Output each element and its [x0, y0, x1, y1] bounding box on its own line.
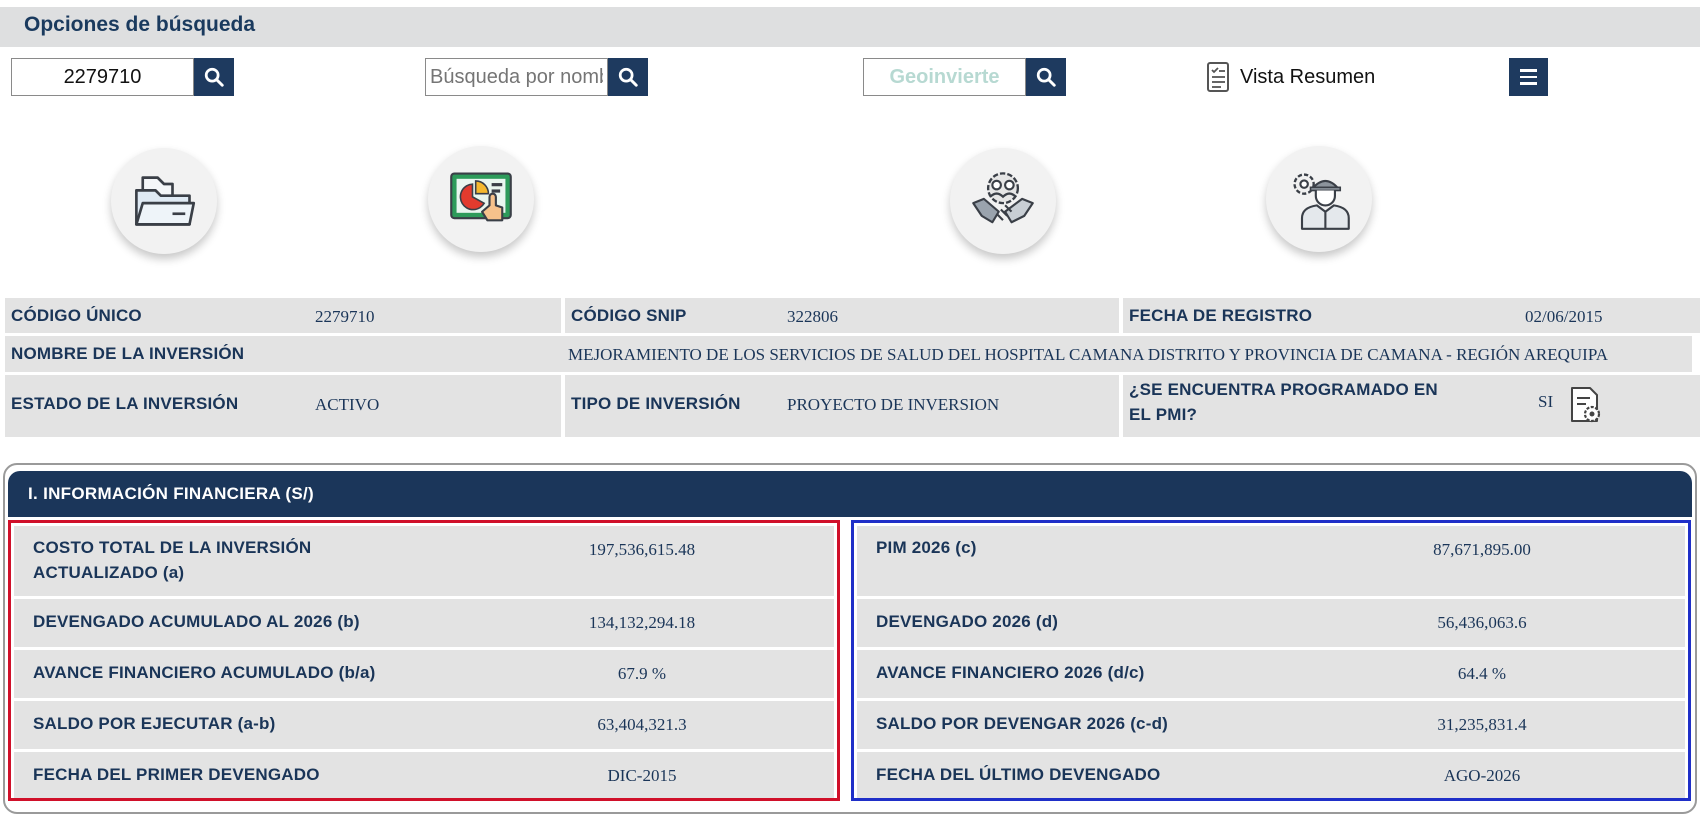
financial-value: 31,235,831.4 [1437, 715, 1527, 734]
geoinvierte-group: Geoinvierte [863, 58, 1066, 96]
nombre-inversion-value: MEJORAMIENTO DE LOS SERVICIOS DE SALUD D… [568, 345, 1608, 364]
name-search-button[interactable] [608, 58, 648, 96]
nombre-inversion-cell: NOMBRE DE LA INVERSIÓN MEJORAMIENTO DE L… [5, 336, 1692, 372]
financial-value: 63,404,321.3 [597, 715, 687, 734]
search-options-bar: Opciones de búsqueda [0, 7, 1700, 47]
financial-value: 56,436,063.6 [1437, 613, 1527, 632]
geoinvierte-logo[interactable]: Geoinvierte [863, 58, 1026, 96]
folder-icon-button[interactable] [111, 148, 217, 254]
pmi-cell: ¿SE ENCUENTRA PROGRAMADO EN EL PMI? SI [1123, 375, 1700, 437]
info-row-2: NOMBRE DE LA INVERSIÓN MEJORAMIENTO DE L… [5, 336, 1692, 372]
pmi-value: SI [1538, 392, 1554, 411]
tipo-inversion-value: PROYECTO DE INVERSION [787, 395, 1000, 414]
chart-presentation-icon-button[interactable] [428, 146, 534, 252]
financial-row: PIM 2026 (c) 87,671,895.00 [857, 526, 1685, 596]
financial-value: 197,536,615.48 [588, 540, 696, 559]
geoinvierte-search-button[interactable] [1026, 58, 1066, 96]
estado-inversion-cell: ESTADO DE LA INVERSIÓN ACTIVO [5, 375, 561, 437]
financial-label: SALDO POR DEVENGAR 2026 (c-d) [876, 714, 1169, 733]
financial-value: DIC-2015 [607, 766, 677, 785]
financial-value: 67.9 % [617, 664, 667, 683]
nombre-inversion-label: NOMBRE DE LA INVERSIÓN [11, 344, 245, 363]
financial-value: 134,132,294.18 [588, 613, 696, 632]
hamburger-icon [1520, 69, 1537, 72]
annual-financial-box: PIM 2026 (c) 87,671,895.00 DEVENGADO 202… [851, 520, 1691, 801]
financial-row: DEVENGADO 2026 (d) 56,436,063.6 [857, 599, 1685, 647]
menu-button[interactable] [1509, 58, 1548, 96]
financial-row: SALDO POR EJECUTAR (a-b) 63,404,321.3 [14, 701, 834, 749]
search-icon [618, 67, 638, 87]
name-search-group [425, 58, 648, 96]
vista-resumen-label: Vista Resumen [1240, 65, 1376, 88]
name-search-input[interactable] [425, 58, 608, 96]
financial-label: FECHA DEL ÚLTIMO DEVENGADO [876, 765, 1161, 784]
engineer-icon [1293, 173, 1350, 230]
financial-value: 64.4 % [1457, 664, 1507, 683]
financial-label: AVANCE FINANCIERO ACUMULADO (b/a) [33, 663, 376, 682]
cumulative-financial-box: COSTO TOTAL DE LA INVERSIÓN ACTUALIZADO … [8, 520, 840, 801]
code-search-button[interactable] [194, 58, 234, 96]
codigo-snip-cell: CÓDIGO SNIP 322806 [565, 298, 1119, 333]
financial-row: DEVENGADO ACUMULADO AL 2026 (b) 134,132,… [14, 599, 834, 647]
search-icon [1036, 67, 1056, 87]
handshake-icon-button[interactable] [950, 148, 1056, 254]
financial-row: AVANCE FINANCIERO 2026 (d/c) 64.4 % [857, 650, 1685, 698]
financial-label: SALDO POR EJECUTAR (a-b) [33, 714, 276, 733]
financial-value: AGO-2026 [1443, 766, 1521, 785]
pmi-label-line-1: ¿SE ENCUENTRA PROGRAMADO EN [1129, 380, 1438, 399]
financial-value: 87,671,895.00 [1433, 540, 1531, 559]
codigo-unico-label: CÓDIGO ÚNICO [11, 306, 142, 325]
financial-label: COSTO TOTAL DE LA INVERSIÓN [33, 538, 312, 557]
info-row-1: CÓDIGO ÚNICO 2279710 CÓDIGO SNIP 322806 … [5, 298, 1700, 333]
fecha-registro-label: FECHA DE REGISTRO [1129, 306, 1313, 325]
tipo-inversion-cell: TIPO DE INVERSIÓN PROYECTO DE INVERSION [565, 375, 1119, 437]
financial-label: AVANCE FINANCIERO 2026 (d/c) [876, 663, 1145, 682]
document-settings-icon[interactable] [1568, 385, 1604, 425]
financial-header-title: I. INFORMACIÓN FINANCIERA (S/) [28, 484, 315, 503]
financial-row: FECHA DEL PRIMER DEVENGADO DIC-2015 [14, 752, 834, 798]
estado-inversion-value: ACTIVO [315, 395, 380, 414]
fecha-registro-cell: FECHA DE REGISTRO 02/06/2015 [1123, 298, 1700, 333]
handshake-icon [972, 172, 1034, 224]
codigo-snip-value: 322806 [787, 307, 838, 326]
info-row-3: ESTADO DE LA INVERSIÓN ACTIVO TIPO DE IN… [5, 375, 1700, 437]
search-options-title: Opciones de búsqueda [24, 13, 256, 36]
vista-resumen-link[interactable]: Vista Resumen [1206, 60, 1375, 94]
financial-row: FECHA DEL ÚLTIMO DEVENGADO AGO-2026 [857, 752, 1685, 798]
financial-row: SALDO POR DEVENGAR 2026 (c-d) 31,235,831… [857, 701, 1685, 749]
financial-label: ACTUALIZADO (a) [33, 563, 185, 582]
codigo-unico-value: 2279710 [315, 307, 375, 326]
fecha-registro-value: 02/06/2015 [1525, 307, 1603, 326]
document-list-icon [1207, 62, 1229, 92]
financial-header: I. INFORMACIÓN FINANCIERA (S/) [8, 471, 1692, 517]
tipo-inversion-label: TIPO DE INVERSIÓN [571, 394, 741, 413]
financial-row: COSTO TOTAL DE LA INVERSIÓN ACTUALIZADO … [14, 526, 834, 596]
code-search-group [11, 58, 234, 96]
code-search-input[interactable] [11, 58, 194, 96]
search-icon [204, 67, 224, 87]
pmi-label-line-2: EL PMI? [1129, 405, 1198, 424]
estado-inversion-label: ESTADO DE LA INVERSIÓN [11, 394, 239, 413]
financial-label: DEVENGADO ACUMULADO AL 2026 (b) [33, 612, 360, 631]
financial-label: DEVENGADO 2026 (d) [876, 612, 1059, 631]
folder-icon [135, 176, 196, 226]
codigo-unico-cell: CÓDIGO ÚNICO 2279710 [5, 298, 561, 333]
financial-row: AVANCE FINANCIERO ACUMULADO (b/a) 67.9 % [14, 650, 834, 698]
chart-presentation-icon [450, 172, 512, 222]
financial-label: FECHA DEL PRIMER DEVENGADO [33, 765, 320, 784]
codigo-snip-label: CÓDIGO SNIP [571, 306, 687, 325]
engineer-icon-button[interactable] [1266, 146, 1372, 252]
financial-label: PIM 2026 (c) [876, 538, 977, 557]
